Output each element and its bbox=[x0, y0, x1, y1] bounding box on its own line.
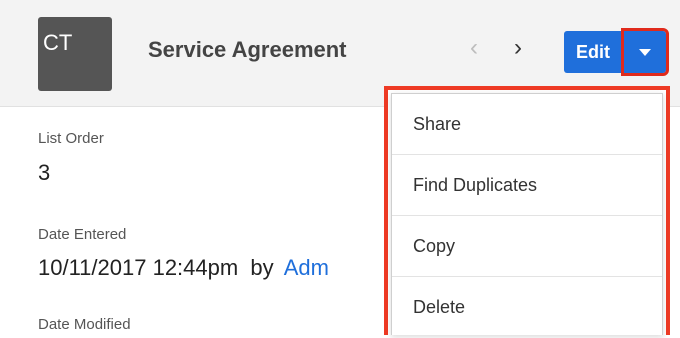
caret-down-icon bbox=[639, 49, 651, 56]
next-record-icon[interactable]: › bbox=[514, 36, 522, 60]
module-avatar: CT bbox=[38, 17, 112, 91]
date-modified-label: Date Modified bbox=[38, 316, 131, 333]
edit-button[interactable]: Edit bbox=[564, 31, 622, 73]
menu-item-delete[interactable]: Delete bbox=[392, 277, 662, 338]
menu-item-find-duplicates[interactable]: Find Duplicates bbox=[392, 155, 662, 216]
record-title: Service Agreement bbox=[148, 37, 347, 62]
actions-menu-highlight: Share Find Duplicates Copy Delete bbox=[384, 86, 670, 335]
date-entered-timestamp: 10/11/2017 12:44pm bbox=[38, 255, 239, 280]
list-order-label: List Order bbox=[38, 130, 104, 147]
date-entered-user-link[interactable]: Adm bbox=[284, 255, 329, 280]
previous-record-icon[interactable]: ‹ bbox=[470, 36, 478, 60]
menu-item-share[interactable]: Share bbox=[392, 94, 662, 155]
date-entered-by: by bbox=[250, 255, 274, 280]
actions-menu: Share Find Duplicates Copy Delete bbox=[391, 93, 663, 335]
date-entered-value: 10/11/2017 12:44pm by Adm bbox=[38, 255, 329, 281]
date-entered-label: Date Entered bbox=[38, 226, 127, 243]
actions-dropdown-button[interactable] bbox=[621, 28, 669, 76]
list-order-value: 3 bbox=[38, 160, 51, 185]
menu-item-copy[interactable]: Copy bbox=[392, 216, 662, 277]
